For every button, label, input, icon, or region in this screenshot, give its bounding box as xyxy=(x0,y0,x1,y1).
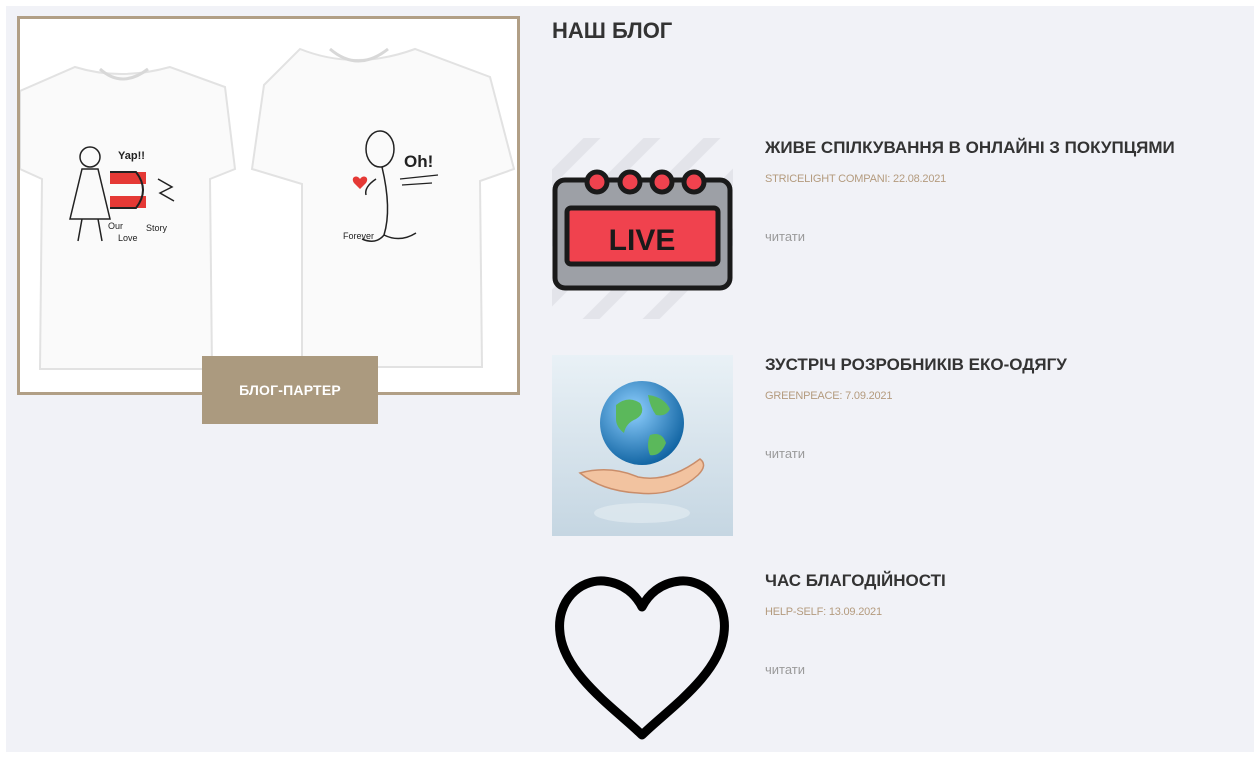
blog-post-1: LIVE ЖИВЕ СПІЛКУВАННЯ В ОНЛАЙНІ З ПОКУПЦ… xyxy=(552,138,1242,323)
post-title[interactable]: ЧАС БЛАГОДІЙНОСТІ xyxy=(765,571,946,591)
shirt-text-yap: Yap!! xyxy=(118,150,145,162)
post-meta: GREENPEACE: 7.09.2021 xyxy=(765,390,893,402)
shirt-text-forever: Forever xyxy=(343,231,374,241)
shirt-text-our: Our xyxy=(108,221,123,231)
read-more-link[interactable]: читати xyxy=(765,662,805,677)
featured-blog-card[interactable]: Yap!! Our Love Story Oh! Forever xyxy=(17,16,520,395)
live-sign-text: LIVE xyxy=(609,224,676,257)
shirt-text-love: Love xyxy=(118,233,138,243)
partner-blog-button[interactable]: БЛОГ-ПАРТЕР xyxy=(202,356,378,424)
read-more-link[interactable]: читати xyxy=(765,229,805,244)
post-meta: STRICELIGHT COMPANI: 22.08.2021 xyxy=(765,173,947,185)
post-thumbnail[interactable] xyxy=(552,355,733,536)
post-title[interactable]: ЗУСТРІЧ РОЗРОБНИКІВ ЕКО-ОДЯГУ xyxy=(765,355,1067,375)
blog-section-title: НАШ БЛОГ xyxy=(552,18,673,43)
post-title[interactable]: ЖИВЕ СПІЛКУВАННЯ В ОНЛАЙНІ З ПОКУПЦЯМИ xyxy=(765,138,1175,158)
globe-in-hand-icon xyxy=(552,355,733,536)
blog-post-2: ЗУСТРІЧ РОЗРОБНИКІВ ЕКО-ОДЯГУ GREENPEACE… xyxy=(552,355,1242,540)
post-thumbnail[interactable]: LIVE xyxy=(552,138,733,319)
post-meta: HELP-SELF: 13.09.2021 xyxy=(765,606,882,618)
shirt-text-story: Story xyxy=(146,223,168,233)
heart-outline-icon xyxy=(552,571,733,752)
live-sign-icon: LIVE xyxy=(552,138,733,319)
blog-post-3: ЧАС БЛАГОДІЙНОСТІ HELP-SELF: 13.09.2021 … xyxy=(552,571,1242,756)
read-more-link[interactable]: читати xyxy=(765,446,805,461)
shirt-text-oh: Oh! xyxy=(404,152,433,171)
post-thumbnail[interactable] xyxy=(552,571,733,752)
tshirt-couple-image: Yap!! Our Love Story Oh! Forever xyxy=(20,19,517,392)
